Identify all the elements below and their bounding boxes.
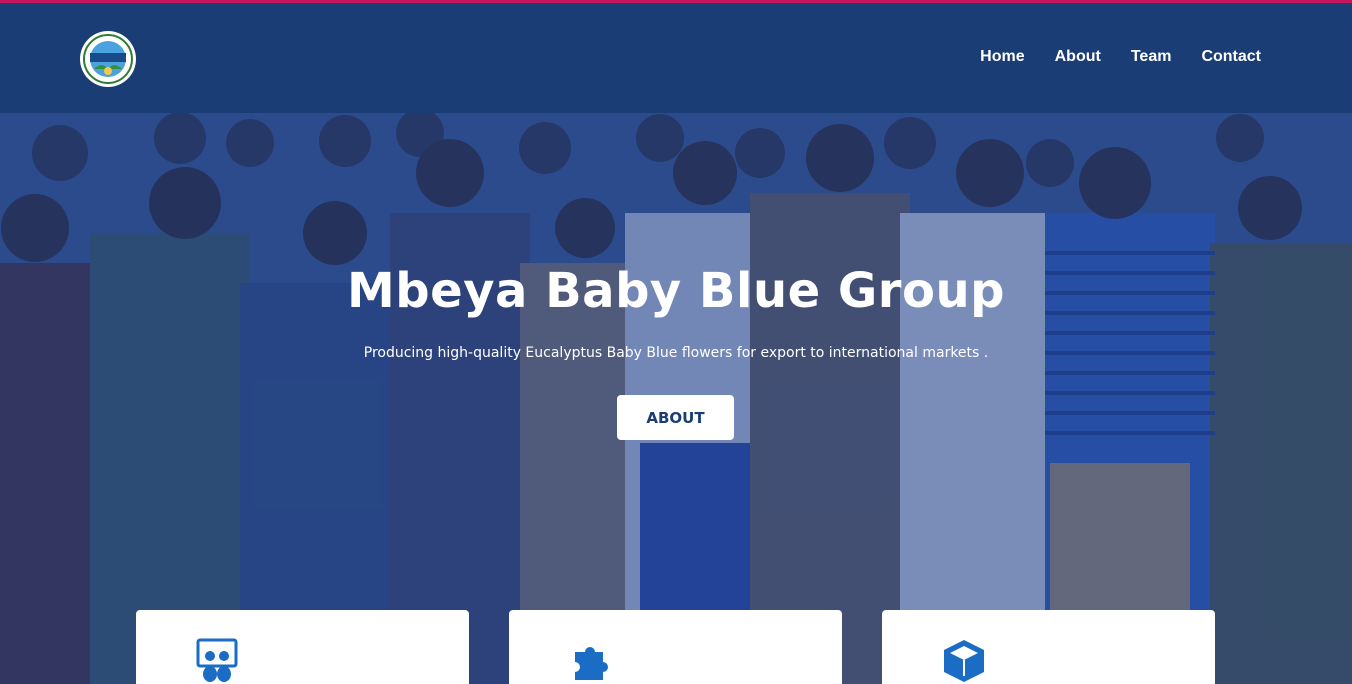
box-icon bbox=[944, 640, 984, 682]
about-button[interactable]: ABOUT bbox=[617, 395, 734, 440]
nav-about-link[interactable]: About bbox=[1055, 48, 1101, 66]
nav-home-link[interactable]: Home bbox=[980, 48, 1024, 66]
hero-title: Mbeya Baby Blue Group bbox=[347, 263, 1005, 319]
feature-card bbox=[136, 610, 469, 684]
feature-card bbox=[509, 610, 842, 684]
users-presentation-icon bbox=[196, 638, 238, 682]
hero-section: Mbeya Baby Blue Group Producing high-qua… bbox=[0, 113, 1352, 684]
navbar: Home About Team Contact bbox=[0, 3, 1352, 113]
feature-card bbox=[882, 610, 1215, 684]
nav-team-link[interactable]: Team bbox=[1131, 48, 1172, 66]
hero-subtitle: Producing high-quality Eucalyptus Baby B… bbox=[363, 345, 989, 361]
main-nav: Home About Team Contact bbox=[980, 48, 1261, 66]
puzzle-icon bbox=[575, 647, 608, 680]
brand-logo[interactable] bbox=[80, 31, 136, 87]
nav-contact-link[interactable]: Contact bbox=[1201, 48, 1261, 66]
logo-seal-icon bbox=[81, 32, 135, 86]
